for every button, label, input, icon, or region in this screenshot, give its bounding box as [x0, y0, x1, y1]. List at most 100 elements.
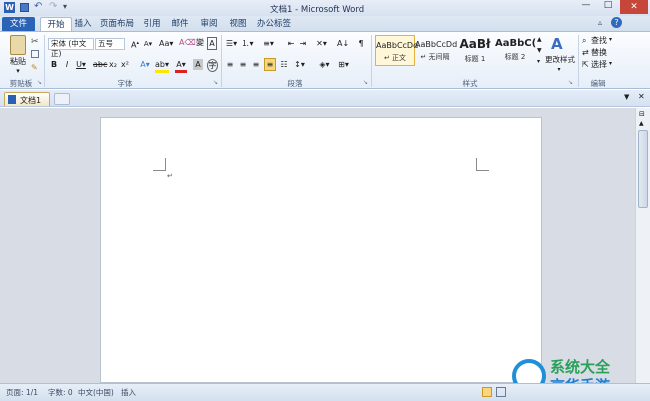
tab-home[interactable]: 开始	[40, 17, 72, 31]
align-right-icon[interactable]: ≡	[251, 59, 261, 70]
tab-references[interactable]: 引用	[142, 17, 162, 31]
show-marks-icon[interactable]: ¶	[356, 38, 366, 49]
line-spacing-icon[interactable]: ↕▾	[293, 59, 306, 70]
status-language[interactable]: 中文(中国)	[78, 387, 114, 398]
word-app-icon[interactable]: W	[4, 2, 15, 13]
tab-list-icon[interactable]: ▼	[624, 93, 629, 101]
select-dropdown-icon[interactable]: ▾	[609, 60, 612, 67]
replace-button[interactable]: 替换	[591, 47, 609, 58]
corner-mark-top-right	[476, 158, 489, 171]
scroll-thumb[interactable]	[638, 130, 648, 208]
shading-icon[interactable]: ◈▾	[318, 59, 331, 70]
tab-close-icon[interactable]: ✕	[638, 92, 645, 101]
customize-toolbar-icon[interactable]: ▾	[63, 2, 67, 11]
tab-file[interactable]: 文件	[2, 17, 35, 31]
decrease-indent-icon[interactable]: ⇤	[286, 38, 296, 49]
undo-icon[interactable]: ↶	[34, 1, 42, 12]
sort-icon[interactable]: A↓	[337, 38, 349, 49]
save-icon[interactable]	[20, 3, 29, 12]
font-launcher-icon[interactable]: ↘	[213, 79, 218, 86]
style-no-spacing[interactable]: AaBbCcDd ↵ 无间隔	[415, 35, 457, 66]
grow-font-icon[interactable]: A▴	[130, 38, 140, 51]
justify-icon[interactable]: ≡	[264, 58, 276, 71]
ruler-toggle-icon[interactable]: ⊟	[639, 110, 645, 118]
text-effects-icon[interactable]: A▾	[139, 59, 151, 70]
vertical-scrollbar[interactable]: ⊟ ▲	[635, 108, 650, 383]
style-heading-2[interactable]: AaBbC( 标题 2	[495, 35, 536, 66]
doc-tab-active[interactable]: 文档1	[4, 92, 50, 106]
bullets-icon[interactable]: ☰▾	[225, 38, 238, 49]
minimize-ribbon-icon[interactable]: ▵	[598, 18, 602, 27]
print-layout-view-icon[interactable]	[482, 387, 492, 397]
superscript-icon[interactable]: x²	[120, 59, 130, 70]
paste-dropdown-icon[interactable]: ▾	[13, 66, 23, 77]
help-icon[interactable]: ?	[611, 17, 622, 28]
paste-icon[interactable]	[10, 35, 26, 55]
full-screen-view-icon[interactable]	[496, 387, 506, 397]
chinese-layout-icon[interactable]: ✕▾	[315, 38, 328, 49]
distributed-icon[interactable]: ☷	[279, 59, 289, 70]
align-center-icon[interactable]: ≡	[238, 59, 248, 70]
style-normal[interactable]: AaBbCcDd ↵ 正文	[375, 35, 418, 66]
styles-launcher-icon[interactable]: ↘	[568, 79, 573, 86]
font-family-select[interactable]: 宋体 (中文正)	[48, 38, 94, 58]
tab-page-layout[interactable]: 页面布局	[100, 17, 134, 31]
tab-insert[interactable]: 插入	[72, 17, 94, 31]
change-styles-dropdown-icon[interactable]: ▾	[555, 64, 563, 75]
highlight-icon[interactable]: ab▾	[155, 59, 169, 73]
find-icon[interactable]: ⌕	[582, 36, 586, 46]
status-mode[interactable]: 插入	[121, 387, 136, 398]
clipboard-launcher-icon[interactable]: ↘	[37, 79, 42, 86]
styles-more-icon[interactable]: ▾	[537, 58, 540, 65]
underline-icon[interactable]: U▾	[75, 59, 87, 70]
shrink-font-icon[interactable]: A▾	[143, 39, 153, 50]
style-heading-1-preview: AaBł	[459, 37, 491, 51]
clear-format-icon[interactable]: A⌫	[179, 37, 196, 48]
change-styles-icon[interactable]: A	[551, 35, 563, 53]
maximize-icon[interactable]: □	[598, 0, 618, 14]
char-shading-icon[interactable]: A	[193, 59, 203, 70]
subscript-icon[interactable]: x₂	[108, 59, 118, 70]
find-dropdown-icon[interactable]: ▾	[609, 36, 612, 43]
format-painter-icon[interactable]: ✎	[31, 63, 38, 72]
doc-tab-icon	[8, 95, 16, 104]
scroll-up-icon[interactable]: ▲	[639, 120, 644, 127]
tab-view[interactable]: 视图	[228, 17, 248, 31]
font-color-icon[interactable]: A▾	[175, 59, 187, 73]
status-words[interactable]: 字数: 0	[48, 387, 73, 398]
styles-scroll-up-icon[interactable]: ▲	[537, 36, 542, 43]
select-button[interactable]: 选择	[591, 59, 609, 70]
status-page[interactable]: 页面: 1/1	[6, 387, 38, 398]
tab-review[interactable]: 审阅	[199, 17, 219, 31]
borders-icon[interactable]: ⊞▾	[337, 59, 350, 70]
style-heading-1[interactable]: AaBł 标题 1	[455, 35, 495, 66]
new-tab-button[interactable]	[54, 93, 70, 105]
copy-icon[interactable]	[31, 50, 39, 58]
multilevel-list-icon[interactable]: ≡▾	[262, 38, 275, 49]
minimize-icon[interactable]: —	[576, 0, 596, 14]
replace-icon[interactable]: ⇄	[582, 48, 589, 57]
phonetic-guide-icon[interactable]: 變	[195, 37, 205, 48]
style-normal-name: ↵ 正文	[383, 54, 407, 62]
align-left-icon[interactable]: ≡	[225, 59, 235, 70]
tab-mailings[interactable]: 邮件	[170, 17, 190, 31]
enclose-char-icon[interactable]: 字	[207, 59, 218, 72]
cut-icon[interactable]: ✂	[31, 37, 39, 47]
tab-office-tab[interactable]: 办公标签	[257, 17, 291, 31]
font-family-value: 宋体 (中文正)	[51, 39, 87, 58]
document-page[interactable]: ↵	[100, 117, 542, 383]
font-size-select[interactable]: 五号	[95, 38, 125, 50]
close-icon[interactable]: ✕	[620, 0, 648, 14]
char-border-icon[interactable]: A	[207, 37, 217, 50]
find-button[interactable]: 查找	[591, 35, 609, 46]
strikethrough-icon[interactable]: abc	[93, 59, 107, 70]
italic-icon[interactable]: I	[62, 59, 72, 70]
redo-icon[interactable]: ↷	[49, 1, 57, 12]
change-case-icon[interactable]: Aa▾	[159, 38, 173, 49]
paragraph-launcher-icon[interactable]: ↘	[363, 79, 368, 86]
increase-indent-icon[interactable]: ⇥	[298, 38, 308, 49]
numbering-icon[interactable]: ⒈▾	[241, 38, 254, 49]
select-icon[interactable]: ⇱	[582, 60, 589, 69]
bold-icon[interactable]: B	[49, 59, 59, 70]
styles-scroll-down-icon[interactable]: ▼	[537, 47, 542, 54]
